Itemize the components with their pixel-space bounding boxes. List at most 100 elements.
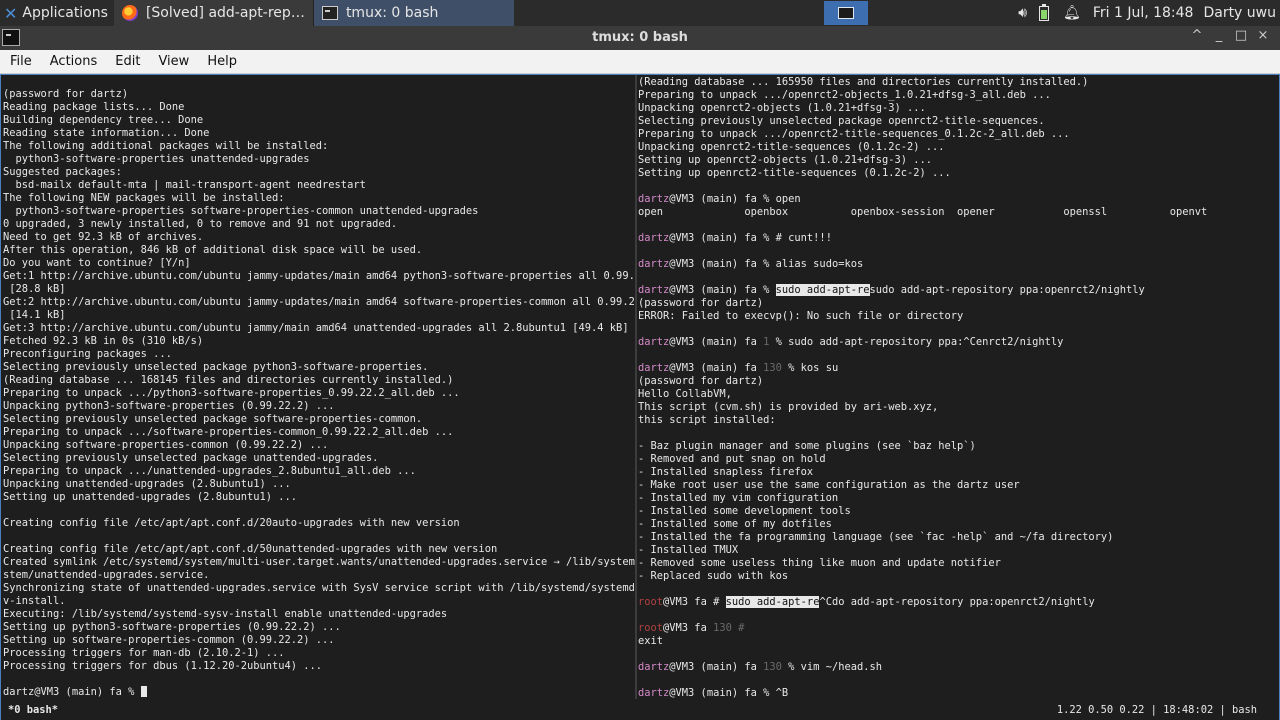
prompt-user: dartz [638,284,670,296]
exit-status: 130 [756,661,789,673]
output-line: - Installed snapless firefox [638,466,814,478]
completion-list: open openbox openbox-session opener open… [638,206,1208,218]
output-line: stem/unattended-upgrades.service. [3,569,210,581]
output-line: Unpacking python3-software-properties (0… [3,400,335,412]
prompt-text: dartz@VM3 (main) fa % [3,686,141,698]
output-line: ERROR: Failed to execvp(): No such file … [638,310,964,322]
output-line: Unpacking openrct2-objects (1.0.21+dfsg-… [638,102,926,114]
prompt-host: @VM3 (main) fa [669,362,757,374]
output-line: Get:1 http://archive.ubuntu.com/ubuntu j… [3,270,635,282]
menu-view[interactable]: View [148,54,197,69]
menu-actions[interactable]: Actions [40,54,106,69]
prompt-host: @VM3 (main) fa [669,258,757,270]
command-line: dartz@VM3 (main) fa 130 % kos su [638,362,1278,375]
output-line: Reading package lists... Done [3,101,185,113]
prompt-user: dartz [638,362,670,374]
output-line: Preparing to unpack .../software-propert… [3,426,454,438]
output-line: Setting up python3-software-properties (… [3,621,341,633]
notification-bell-icon[interactable]: 🔔︎ [1063,5,1081,21]
output-line: - Installed some development tools [638,505,851,517]
window-title: tmux: 0 bash [592,30,688,45]
output-line: Selecting previously unselected package … [3,361,429,373]
command-text: % # cunt!!! [756,232,832,244]
command-text: % ^B [756,687,789,699]
output-line: Setting up unattended-upgrades (2.8ubunt… [3,491,298,503]
terminal-area[interactable]: (password for dartz) Reading package lis… [0,74,1280,720]
output-line: Selecting previously unselected package … [3,452,379,464]
command-line: root@VM3 fa # sudo add-apt-re^Cdo add-ap… [638,596,1278,609]
output-line: Preparing to unpack .../openrct2-title-s… [638,128,1070,140]
prompt-user: dartz [638,258,670,270]
prompt-host: @VM3 (main) fa [669,284,757,296]
maximize-button[interactable]: □ [1230,28,1252,43]
output-line: - Removed and put snap on hold [638,453,826,465]
prompt-user-root: root [638,622,664,634]
prompt-host: @VM3 fa [663,622,707,634]
user-menu[interactable]: Darty uwu [1203,5,1276,21]
menu-file[interactable]: File [0,54,40,69]
prompt-user: dartz [638,193,670,205]
taskbar-item-terminal[interactable]: tmux: 0 bash [313,0,514,26]
command-line: dartz@VM3 (main) fa 1 % sudo add-apt-rep… [638,336,1278,349]
exit-status: 130 [756,362,789,374]
workspace-icon [838,7,854,19]
output-line: 0 upgraded, 3 newly installed, 0 to remo… [3,218,398,230]
command-text: % vim ~/head.sh [788,661,882,673]
output-line: Setting up openrct2-objects (1.0.21+dfsg… [638,154,933,166]
minimize-button[interactable]: _ [1208,28,1230,43]
prompt-host: @VM3 fa [663,596,707,608]
prompt-line[interactable]: dartz@VM3 (main) fa % ^B [638,687,1278,699]
pane-divider[interactable] [635,75,637,699]
output-line: Fetched 92.3 kB in 0s (310 kB/s) [3,335,204,347]
output-line: (Reading database ... 165950 files and d… [638,76,1089,88]
shade-button[interactable]: ^ [1186,28,1208,43]
command-line: dartz@VM3 (main) fa % open [638,193,1278,206]
prompt-line[interactable]: dartz@VM3 (main) fa % [3,686,635,699]
output-line: Hello CollabVM, [638,388,732,400]
prompt-host: @VM3 (main) fa [669,687,757,699]
output-line: Setting up software-properties-common (0… [3,634,335,646]
menu-help[interactable]: Help [197,54,245,69]
prompt-user-root: root [638,596,664,608]
tmux-pane-left[interactable]: (password for dartz) Reading package lis… [3,75,635,699]
output-line: Creating config file /etc/apt/apt.conf.d… [3,517,460,529]
output-line: Building dependency tree... Done [3,114,204,126]
taskbar-item-label: [Solved] add-apt-reposit... [145,5,305,21]
volume-icon[interactable]: 🔊︎ [1018,5,1027,21]
prompt-host: @VM3 (main) fa [669,232,757,244]
tmux-status-bar: *0 bash* 1.22 0.50 0.22 | 18:48:02 | bas… [1,700,1279,720]
output-line: (Reading database ... 168145 files and d… [3,374,454,386]
output-line: [28.8 kB] [3,283,66,295]
output-line: - Replaced sudo with kos [638,570,789,582]
battery-icon[interactable] [1039,3,1050,21]
output-line: After this operation, 846 kB of addition… [3,244,423,256]
tmux-window-tab[interactable]: *0 bash* [8,700,58,720]
output-line: This script (cvm.sh) is provided by ari-… [638,401,939,413]
prompt-user: dartz [638,232,670,244]
output-line: Selecting previously unselected package … [638,115,1045,127]
text-cursor [140,686,147,697]
output-line: Preconfiguring packages ... [3,348,172,360]
output-line: - Make root user use the same configurat… [638,479,1020,491]
close-button[interactable]: × [1252,28,1274,43]
workspace-switcher-button[interactable] [824,1,868,25]
output-line: - Removed some useless thing like muon a… [638,557,1001,569]
output-line: Preparing to unpack .../unattended-upgra… [3,465,416,477]
window-titlebar[interactable]: tmux: 0 bash ^ _ □ × [0,26,1280,50]
command-line: dartz@VM3 (main) fa % sudo add-apt-resud… [638,284,1278,297]
menu-edit[interactable]: Edit [105,54,148,69]
clock[interactable]: Fri 1 Jul, 18:48 [1093,5,1194,21]
command-text: % sudo add-apt-repository ppa:^Cenrct2/n… [775,336,1064,348]
tmux-pane-right[interactable]: (Reading database ... 165950 files and d… [638,75,1278,699]
taskbar-item-label: tmux: 0 bash [345,5,439,21]
output-line: Unpacking software-properties-common (0.… [3,439,329,451]
applications-menu-button[interactable]: ✕ Applications [0,0,114,26]
output-line: Creating config file /etc/apt/apt.conf.d… [3,543,498,555]
command-line: dartz@VM3 (main) fa % # cunt!!! [638,232,1278,245]
command-text: sudo add-apt-repository ppa:openrct2/nig… [869,284,1145,296]
taskbar-item-firefox[interactable]: [Solved] add-apt-reposit... [113,0,314,26]
